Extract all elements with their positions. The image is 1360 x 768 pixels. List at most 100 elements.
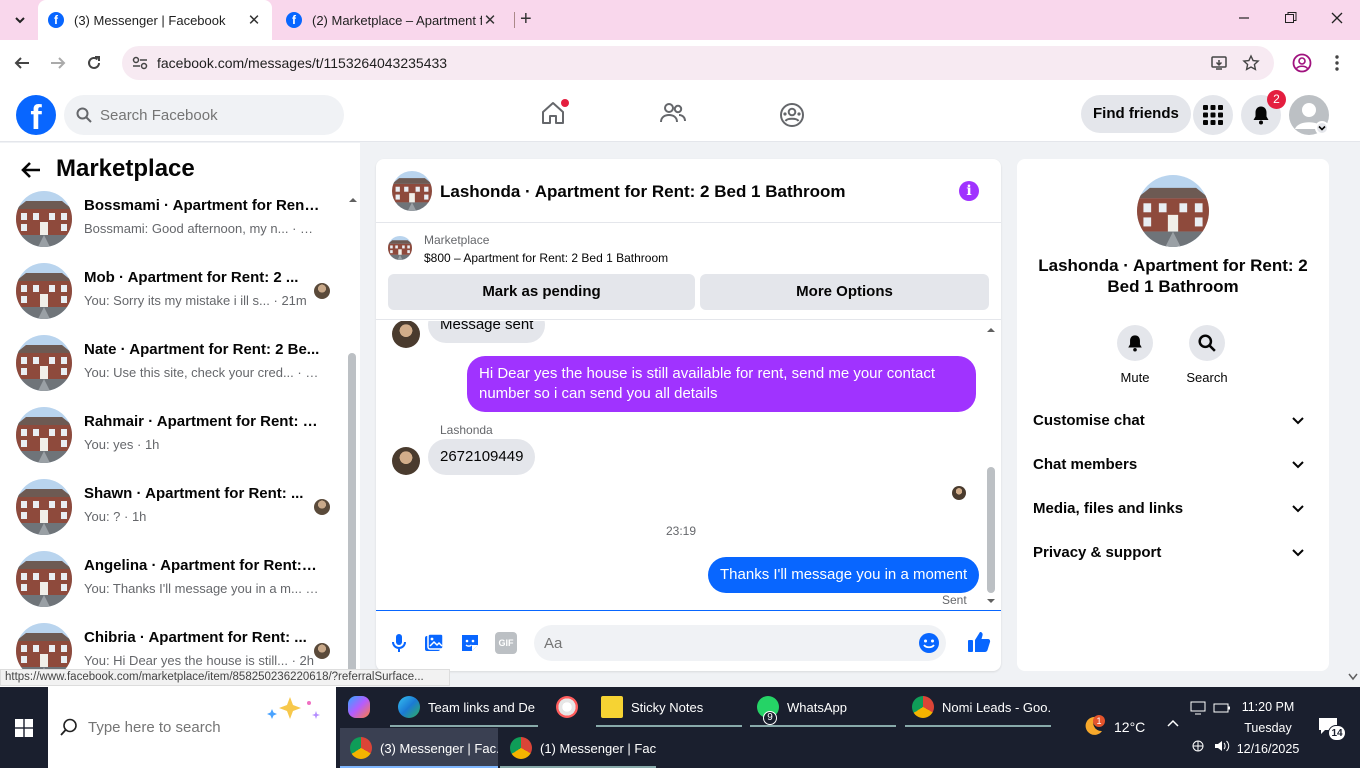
scroll-up-icon[interactable] [986,327,996,333]
tray-display-icon[interactable] [1190,701,1206,715]
taskbar-window-messenger-1[interactable]: (1) Messenger | Fac... [500,728,656,768]
taskbar-copilot[interactable] [348,687,378,727]
back-arrow-icon [14,57,29,69]
taskbar-search-input[interactable] [88,715,258,739]
listing-thumbnail[interactable] [388,236,412,260]
conversation-item[interactable]: Rahmair · Apartment for Rent: 2... You: y… [16,407,330,471]
more-options-button[interactable]: More Options [700,274,989,310]
minimize-window-button[interactable] [1238,10,1250,26]
scroll-down-icon[interactable] [986,598,996,604]
conversation-title: Shawn · Apartment for Rent: ... [84,485,304,502]
search-highlight-sparkle-icon [267,697,320,719]
address-bar[interactable]: facebook.com/messages/t/1153264043235433 [122,46,1274,80]
conversation-item[interactable]: Shawn · Apartment for Rent: ... You: ? · … [16,479,330,543]
facebook-search-input[interactable] [100,95,336,135]
info-icon[interactable]: i [959,181,979,201]
chat-members-section[interactable]: Chat members [1033,443,1313,487]
emoji-icon[interactable] [918,632,940,654]
scroll-up-icon[interactable] [348,197,358,203]
facebook-search[interactable] [64,95,344,135]
taskbar-window-messenger-3[interactable]: (3) Messenger | Fac... [340,728,498,768]
send-like-button[interactable] [967,630,991,652]
house-photo-icon [1137,175,1209,247]
taskbar-app-sticky-notes[interactable]: Sticky Notes [601,687,741,727]
reload-button[interactable] [85,54,103,72]
seen-indicator-avatar [952,486,966,500]
account-dropdown[interactable] [1315,121,1329,135]
conversation-item[interactable]: Mob · Apartment for Rent: 2 ... You: Sorr… [16,263,330,327]
close-tab-icon[interactable]: ✕ [482,11,498,29]
conversation-item[interactable]: Bossmami · Apartment for Rent:... Bossmam… [16,191,330,255]
mute-button[interactable]: Mute [1105,325,1165,385]
house-photo-icon [16,479,72,535]
chat-title[interactable]: Lashonda · Apartment for Rent: 2 Bed 1 B… [440,182,846,202]
notification-center-button[interactable]: 14 [1318,717,1346,741]
find-friends-button[interactable]: Find friends [1081,95,1191,133]
system-clock[interactable]: 11:20 PM Tuesday 12/16/2025 [1236,697,1300,760]
privacy-support-section[interactable]: Privacy & support [1033,531,1313,575]
chat-header: Lashonda · Apartment for Rent: 2 Bed 1 B… [376,159,1001,223]
attach-photo-button[interactable] [423,632,445,654]
nav-friends[interactable] [660,101,686,125]
facebook-logo[interactable]: f [16,95,56,135]
close-window-button[interactable] [1330,10,1344,26]
customise-chat-section[interactable]: Customise chat [1033,399,1313,443]
conversation-item[interactable]: Angelina · Apartment for Rent: 2... You: … [16,551,330,615]
image-icon [425,633,444,651]
back-button[interactable] [13,54,31,72]
profile-button[interactable] [1292,53,1312,73]
media-files-links-section[interactable]: Media, files and links [1033,487,1313,531]
conversation-item[interactable]: Nate · Apartment for Rent: 2 Be... You: U… [16,335,330,399]
nav-groups[interactable] [779,102,805,128]
url-text: facebook.com/messages/t/1153264043235433 [157,55,448,71]
thread-scroll-thumb[interactable] [987,467,995,593]
nav-home[interactable] [540,99,569,126]
tray-network-icon[interactable] [1190,739,1206,753]
taskbar-app-whatsapp[interactable]: WhatsApp [757,687,895,727]
voice-clip-button[interactable] [388,632,410,654]
taskbar-app-chrome-nomi[interactable]: Nomi Leads - Goo... [912,687,1050,727]
start-button[interactable] [0,687,48,768]
tray-volume-icon[interactable] [1213,739,1231,753]
install-app-icon[interactable] [1210,54,1228,72]
snipping-tool-icon [556,696,578,718]
show-hidden-icons-button[interactable] [1166,717,1180,731]
forward-button[interactable] [49,54,67,72]
site-info-icon[interactable] [132,56,148,70]
taskbar-app-snipping[interactable] [556,687,586,727]
taskbar-search[interactable] [48,687,336,768]
tray-battery-icon[interactable] [1213,701,1231,715]
new-tab-button[interactable]: + [520,8,532,31]
edge-icon [398,696,420,718]
message-input-container[interactable] [534,625,946,661]
conversation-preview: You: ? · 1h [84,509,147,524]
restore-window-button[interactable] [1284,10,1298,26]
tab-search-dropdown[interactable] [12,12,28,28]
chat-avatar[interactable] [392,171,432,211]
message-bubble-incoming: 2672109449 [428,439,536,475]
sticker-button[interactable] [459,632,481,654]
sender-name: Lashonda [440,423,493,437]
bookmark-star-icon[interactable] [1242,54,1260,72]
close-tab-icon[interactable]: ✕ [246,11,262,29]
temperature: 12°C [1114,719,1146,735]
app-underline [905,725,1051,727]
forward-arrow-icon [51,57,66,69]
gif-button[interactable]: GIF [495,632,517,654]
message-input[interactable] [544,625,904,661]
listing-title[interactable]: $800 – Apartment for Rent: 2 Bed 1 Bathr… [424,251,668,265]
browser-tab-messenger[interactable]: f (3) Messenger | Facebook ✕ [38,0,272,40]
browser-tab-marketplace[interactable]: f (2) Marketplace – Apartment fo ✕ [276,0,508,40]
conversation-details-panel: Lashonda · Apartment for Rent: 2 Bed 1 B… [1017,159,1329,671]
conversation-scroll-thumb[interactable] [348,353,356,675]
message-thread: Message sent Hi Dear yes the house is st… [376,321,1001,609]
taskbar-app-edge[interactable]: Team links and De... [398,687,536,727]
house-photo-icon [16,263,72,319]
details-avatar[interactable] [1137,175,1209,247]
mark-as-pending-button[interactable]: Mark as pending [388,274,695,310]
browser-menu-button[interactable] [1334,53,1340,73]
back-button[interactable] [20,161,42,179]
menu-button[interactable] [1193,95,1233,135]
page-scroll-down-icon[interactable] [1348,673,1358,681]
search-in-conversation-button[interactable]: Search [1177,325,1237,385]
